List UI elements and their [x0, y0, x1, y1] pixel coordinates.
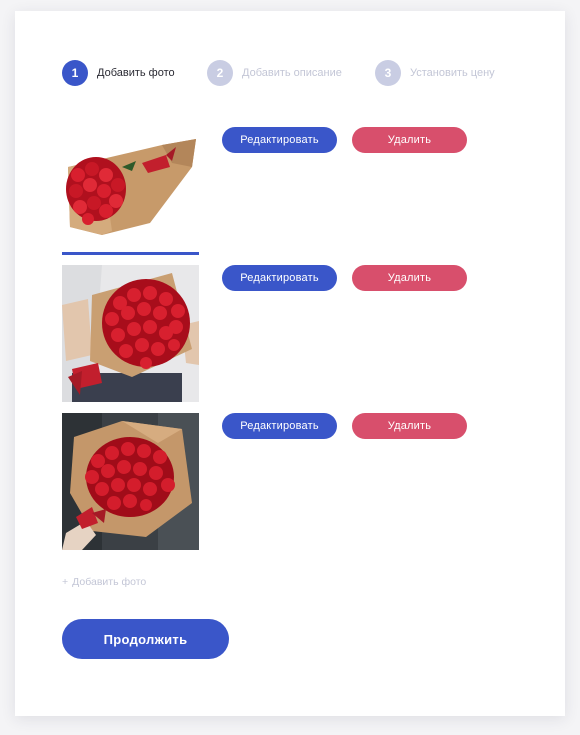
photo-row: Редактировать Удалить	[62, 413, 522, 550]
edit-photo-button[interactable]: Редактировать	[222, 265, 337, 291]
photo-thumbnail[interactable]	[62, 413, 199, 550]
delete-photo-button[interactable]: Удалить	[352, 413, 467, 439]
bouquet-image	[62, 413, 199, 550]
add-photo-link[interactable]: + Добавить фото	[62, 576, 146, 588]
photo-row: Редактировать Удалить	[62, 127, 522, 264]
bouquet-image	[62, 127, 199, 264]
add-photo-label: Добавить фото	[72, 576, 147, 588]
edit-photo-button[interactable]: Редактировать	[222, 127, 337, 153]
upload-card: 1 Добавить фото 2 Добавить описание 3 Ус…	[15, 11, 565, 716]
step-label: Установить цену	[410, 67, 495, 79]
selected-indicator	[62, 252, 199, 255]
photo-row: Редактировать Удалить	[62, 265, 522, 402]
edit-photo-button[interactable]: Редактировать	[222, 413, 337, 439]
delete-photo-button[interactable]: Удалить	[352, 127, 467, 153]
plus-icon: +	[62, 576, 69, 588]
step-number: 1	[62, 60, 88, 86]
bouquet-image	[62, 265, 199, 402]
step-label: Добавить фото	[97, 67, 175, 79]
step-add-description[interactable]: 2 Добавить описание	[207, 60, 342, 86]
step-number: 2	[207, 60, 233, 86]
continue-button[interactable]: Продолжить	[62, 619, 229, 659]
step-add-photo[interactable]: 1 Добавить фото	[62, 60, 175, 86]
step-number: 3	[375, 60, 401, 86]
photo-thumbnail[interactable]	[62, 265, 199, 402]
step-set-price[interactable]: 3 Установить цену	[375, 60, 495, 86]
step-label: Добавить описание	[242, 67, 342, 79]
delete-photo-button[interactable]: Удалить	[352, 265, 467, 291]
photo-thumbnail[interactable]	[62, 127, 199, 264]
